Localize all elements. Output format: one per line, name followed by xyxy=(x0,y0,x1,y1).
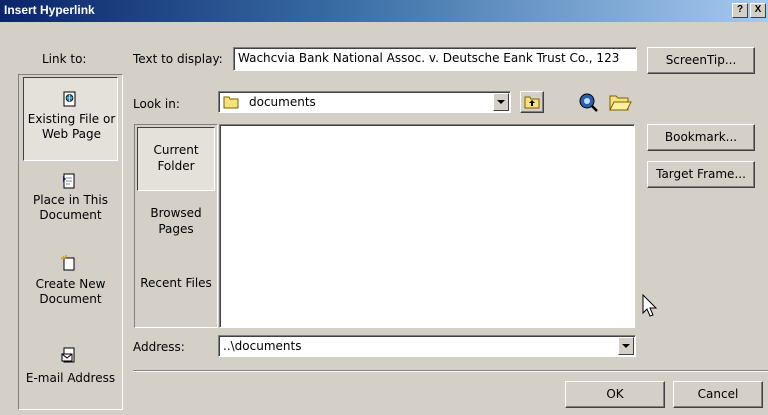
link-place-in-document-label: Place in This Document xyxy=(33,193,108,222)
up-folder-button[interactable] xyxy=(520,91,544,113)
ok-button[interactable]: OK xyxy=(565,381,665,408)
open-folder-icon xyxy=(609,95,632,111)
screentip-button[interactable]: ScreenTip... xyxy=(647,47,755,74)
up-folder-icon xyxy=(524,96,540,109)
text-to-display-value: Wachcvia Bank National Assoc. v. Deutsch… xyxy=(238,51,620,65)
browse-web-icon xyxy=(579,93,598,112)
link-create-new-document[interactable]: Create New Document xyxy=(23,247,118,317)
browse-browsed-pages[interactable]: Browsed Pages xyxy=(137,205,215,255)
browse-bar: Current Folder Browsed Pages Recent File… xyxy=(134,124,218,328)
dialog-title: Insert Hyperlink xyxy=(4,3,95,17)
close-button[interactable]: X xyxy=(750,3,766,18)
browse-current-folder[interactable]: Current Folder xyxy=(137,127,215,191)
link-email-address-label: E-mail Address xyxy=(25,371,116,385)
mouse-cursor-icon xyxy=(642,294,658,317)
link-existing-file-label: Existing File or Web Page xyxy=(27,112,116,141)
email-icon xyxy=(61,347,75,363)
help-button[interactable]: ? xyxy=(732,3,748,18)
address-dropdown-arrow[interactable] xyxy=(618,337,634,355)
text-to-display-label: Text to display: xyxy=(133,52,223,66)
file-list[interactable] xyxy=(219,124,635,328)
link-create-new-document-label: Create New Document xyxy=(35,277,106,306)
cancel-button[interactable]: Cancel xyxy=(673,381,763,408)
text-to-display-field[interactable]: Wachcvia Bank National Assoc. v. Deutsch… xyxy=(233,47,637,71)
address-dropdown[interactable]: ..\documents xyxy=(218,335,636,357)
document-place-icon xyxy=(63,173,75,189)
address-value: ..\documents xyxy=(223,339,302,353)
look-in-dropdown[interactable]: documents xyxy=(218,91,511,113)
address-label: Address: xyxy=(133,340,185,354)
bookmark-button[interactable]: Bookmark... xyxy=(647,124,755,151)
look-in-value: documents xyxy=(249,95,316,109)
browse-file-button[interactable] xyxy=(608,91,632,113)
browse-web-button[interactable] xyxy=(577,91,599,113)
look-in-dropdown-arrow[interactable] xyxy=(493,93,509,111)
new-document-icon xyxy=(61,255,75,271)
divider xyxy=(133,370,768,372)
folder-icon xyxy=(223,96,239,109)
link-existing-file[interactable]: Existing File or Web Page xyxy=(23,77,118,161)
title-bar: Insert Hyperlink ? X xyxy=(0,0,768,22)
target-frame-button[interactable]: Target Frame... xyxy=(647,161,755,188)
link-to-label: Link to: xyxy=(42,52,87,66)
look-in-label: Look in: xyxy=(133,97,180,111)
browse-recent-files[interactable]: Recent Files xyxy=(137,275,215,325)
link-place-in-document[interactable]: Place in This Document xyxy=(23,167,118,237)
link-to-bar: Existing File or Web Page Place in This … xyxy=(18,74,123,410)
web-page-icon xyxy=(63,91,76,107)
link-email-address[interactable]: E-mail Address xyxy=(23,337,118,397)
